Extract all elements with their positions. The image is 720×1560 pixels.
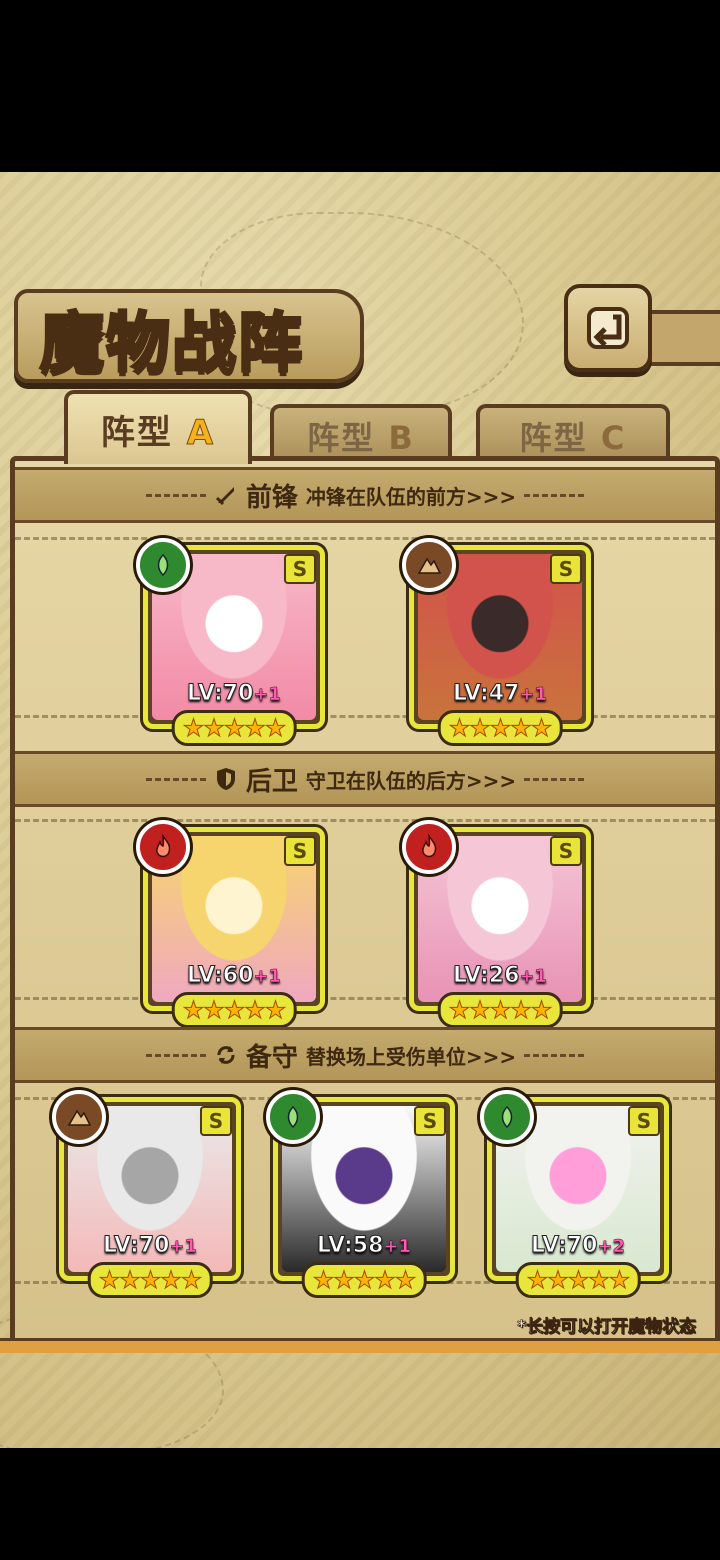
tab-formation-b[interactable]: 阵型 B	[270, 404, 452, 464]
star-rating: ★★★★★	[437, 992, 563, 1028]
level-label: LV:47+1	[452, 681, 548, 707]
rarity-badge: S	[284, 554, 316, 584]
back-arrow-icon	[587, 307, 629, 349]
section-description: 冲锋在队伍的前方>>>	[305, 484, 517, 509]
star-rating: ★★★★★	[515, 1262, 641, 1298]
formation-panel: 魔物战阵 阵型 A 阵型 B 阵型 C 前锋 冲锋在队伍的前方>>> S LV:…	[0, 172, 720, 1448]
section-title: 前锋	[245, 482, 298, 513]
fire-element-icon	[136, 820, 190, 874]
formation-roster: 前锋 冲锋在队伍的前方>>> S LV:70+1 ★★★★★ S LV:47+1…	[10, 456, 720, 1346]
rarity-badge: S	[550, 554, 582, 584]
earth-element-icon	[402, 538, 456, 592]
star-rating: ★★★★★	[437, 710, 563, 746]
row-guide	[15, 997, 715, 1000]
section-description: 守卫在队伍的后方>>>	[305, 768, 517, 793]
monster-card[interactable]: S LV:58+1 ★★★★★	[266, 1090, 455, 1298]
earth-element-icon	[52, 1090, 106, 1144]
nature-element-icon	[136, 538, 190, 592]
level-label: LV:70+2	[530, 1233, 626, 1259]
star-rating: ★★★★★	[301, 1262, 427, 1298]
nature-element-icon	[480, 1090, 534, 1144]
row-guide	[15, 537, 715, 540]
row-guide	[15, 819, 715, 822]
monster-card[interactable]: S LV:26+1 ★★★★★	[402, 820, 591, 1028]
section-header-back: 后卫 守卫在队伍的后方>>>	[15, 751, 715, 807]
level-label: LV:70+1	[102, 1233, 198, 1259]
monster-card[interactable]: S LV:70+1 ★★★★★	[52, 1090, 241, 1298]
level-label: LV:26+1	[452, 963, 548, 989]
formation-tabs: 阵型 A 阵型 B 阵型 C	[14, 390, 714, 464]
monster-card[interactable]: S LV:60+1 ★★★★★	[136, 820, 325, 1028]
star-rating: ★★★★★	[171, 710, 297, 746]
section-description: 替换场上受伤单位>>>	[305, 1044, 517, 1069]
nature-element-icon	[266, 1090, 320, 1144]
page-title: 魔物战阵	[39, 305, 304, 383]
tab-formation-a[interactable]: 阵型 A	[64, 390, 252, 464]
tab-label: 阵型 B	[307, 419, 415, 457]
level-label: LV:70+1	[186, 681, 282, 707]
section-header-front: 前锋 冲锋在队伍的前方>>>	[15, 467, 715, 523]
tab-label: 阵型 C	[519, 419, 627, 457]
sword-icon	[215, 487, 234, 506]
monster-card[interactable]: S LV:70+1 ★★★★★	[136, 538, 325, 746]
row-guide	[15, 715, 715, 718]
hint-text: *长按可以打开魔物状态	[517, 1317, 696, 1338]
back-button[interactable]	[564, 284, 652, 372]
section-title: 备守	[245, 1042, 298, 1073]
level-label: LV:60+1	[186, 963, 282, 989]
star-rating: ★★★★★	[87, 1262, 213, 1298]
fire-element-icon	[402, 820, 456, 874]
rarity-badge: S	[414, 1106, 446, 1136]
section-title: 后卫	[245, 766, 298, 797]
rarity-badge: S	[628, 1106, 660, 1136]
title-bar-extension	[640, 310, 720, 366]
level-label: LV:58+1	[316, 1233, 412, 1259]
rarity-badge: S	[550, 836, 582, 866]
monster-card[interactable]: S LV:47+1 ★★★★★	[402, 538, 591, 746]
bottom-border	[0, 1338, 720, 1353]
monster-card[interactable]: S LV:70+2 ★★★★★	[480, 1090, 669, 1298]
section-header-reserve: 备守 替换场上受伤单位>>>	[15, 1027, 715, 1083]
swap-icon	[217, 1046, 235, 1064]
shield-icon	[216, 768, 235, 790]
tab-label: 阵型 A	[100, 412, 216, 453]
tab-formation-c[interactable]: 阵型 C	[476, 404, 670, 464]
star-rating: ★★★★★	[171, 992, 297, 1028]
rarity-badge: S	[284, 836, 316, 866]
rarity-badge: S	[200, 1106, 232, 1136]
